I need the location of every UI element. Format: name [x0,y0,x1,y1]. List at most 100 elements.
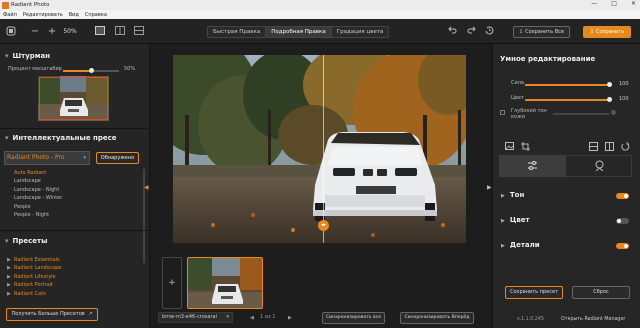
image-counter: 1 из 1 [260,314,276,320]
smart-preset-select[interactable]: Radiant Photo - Pro ▾ [4,151,90,165]
file-select[interactable]: bmw-m3-e46-crosarai ▾ [158,312,233,323]
color-slider-knob[interactable] [606,97,612,102]
section-color-header[interactable]: ▶ Цвет [501,216,530,224]
tab-color-grading[interactable]: Градация цвета [331,27,389,37]
preset-group[interactable]: ▶ Radiant Portrait [7,282,53,288]
compare-divider[interactable] [323,55,324,243]
compare-view-icon[interactable] [134,26,144,37]
toolbar: − + 50% Быстрая Правка Подробная Правка … [0,19,640,44]
preset-group[interactable]: ▶ Radiant Landscape [7,265,62,271]
caret-right-icon: ▶ [7,274,11,280]
save-all-icon: ⇩ [518,29,524,35]
save-preset-button[interactable]: Сохранить пресет [505,286,563,299]
zoom-in-button[interactable]: + [47,26,57,37]
prev-image-icon[interactable]: ◀ [250,315,254,321]
redo-icon[interactable] [466,26,476,37]
app-logo-icon [2,1,9,9]
compare-handle-icon[interactable]: ◂▸ [318,220,329,231]
tone-toggle[interactable] [616,193,629,199]
preset-group-label: Radiant Landscape [13,265,62,271]
photo-preview[interactable]: ◂▸ [173,55,466,243]
zoom-scale-value: 50% [124,66,136,72]
sync-all-button[interactable]: Синхронизировать все [322,312,385,324]
collapse-right-icon[interactable]: ▶ [487,184,492,191]
chevron-down-icon: ▾ [5,52,9,60]
collapse-left-icon[interactable]: ◀ [144,184,149,191]
deep-tone-checkbox[interactable] [500,110,505,115]
strength-value: 100 [619,81,629,87]
strength-slider-knob[interactable] [606,82,612,87]
smart-presets-title: Интеллектуальные пресе [12,134,117,142]
single-view-icon[interactable] [95,26,105,37]
menu-edit[interactable]: Редактировать [23,12,63,18]
zoom-level: 50% [63,28,77,35]
save-all-button[interactable]: ⇩ Сохранить Все [513,26,570,38]
menu-help[interactable]: Справка [85,12,107,18]
preset-group[interactable]: ▶ Radiant Lifestyle [7,274,56,280]
list-item[interactable]: Landscape [14,178,41,184]
toggle-knob [624,244,628,248]
minimize-button[interactable]: — [591,0,597,7]
reset-button[interactable]: Сброс [572,286,630,299]
menu-file[interactable]: Файл [3,12,17,18]
smart-presets-header[interactable]: ▾ Интеллектуальные пресе [5,134,117,142]
presets-header[interactable]: ▾ Пресеты [5,237,47,245]
list-item[interactable]: Landscape - Night [14,187,59,193]
save-button[interactable]: ⇩ Сохранить [583,26,631,38]
close-button[interactable]: ✕ [631,0,636,7]
deep-tone-slider-knob [611,110,616,115]
sync-forward-button[interactable]: Синхронизировать Вперёд [400,312,474,324]
caret-right-icon: ▶ [7,282,11,288]
tab-quick-edit[interactable]: Быстрая Правка [208,27,267,37]
toggle-knob [617,219,621,223]
list-item[interactable]: People - Night [14,212,49,218]
section-tone-header[interactable]: ▶ Тон [501,191,524,199]
image-icon[interactable] [505,142,514,152]
zoom-out-button[interactable]: − [30,26,40,37]
menu-view[interactable]: Вид [69,12,79,18]
history-icon[interactable] [484,26,494,37]
zoom-scale-knob[interactable] [88,68,94,73]
filmstrip-thumbnail[interactable] [187,257,263,309]
reset-view-icon[interactable] [621,142,630,153]
preset-group-label: Radiant Cats [13,291,46,297]
undo-icon[interactable] [447,26,457,37]
preset-group[interactable]: ▶ Radiant Cats [7,291,46,297]
detected-button[interactable]: Обнаружено [96,152,139,164]
split-icon[interactable] [605,142,614,153]
next-image-icon[interactable]: ▶ [288,315,292,321]
file-select-value: bmw-m3-e46-crosarai [162,314,217,320]
navigator-thumbnail[interactable] [38,76,109,121]
get-more-presets-label: Получить Больше Пресетов [11,311,85,317]
chevron-down-icon: ▾ [5,237,9,245]
section-color-label: Цвет [509,216,530,224]
tab-adjustments[interactable] [499,155,566,177]
compare-icon[interactable] [589,142,598,153]
add-image-button[interactable]: + [162,257,182,309]
maximize-button[interactable]: □ [611,0,617,7]
right-panel: Умное редактирование Сила 100 Цвет 100 Г… [492,44,640,328]
get-more-presets-button[interactable]: Получить Больше Пресетов ↗ [6,308,98,321]
list-item[interactable]: People [14,204,31,210]
zoom-scale-fill [63,70,91,72]
face-icon [595,160,603,172]
sliders-icon [528,161,537,170]
list-item[interactable]: Auto Radiant [14,170,46,176]
list-item[interactable]: Landscape - Winter [14,195,62,201]
split-view-icon[interactable] [115,26,125,37]
navigator-header[interactable]: ▾ Штурман [5,52,50,60]
deep-tone-label: Глубокий тон кожи [511,108,547,120]
preset-group[interactable]: ▶ Radiant Essentials [7,257,60,263]
tab-detailed-edit[interactable]: Подробная Правка [266,27,332,37]
section-details-header[interactable]: ▶ Детали [501,241,540,249]
caret-right-icon: ▶ [7,291,11,297]
open-manager-link[interactable]: Открыть Radiant Manager [561,317,625,322]
details-toggle[interactable] [616,243,629,249]
navigator-viewport-frame[interactable] [39,77,108,120]
crop-icon[interactable] [521,142,530,153]
caret-right-icon: ▶ [501,218,505,224]
tab-portrait[interactable] [566,155,632,177]
hand-tool-icon[interactable] [6,26,16,37]
save-all-label: Сохранить Все [525,29,565,35]
color-toggle[interactable] [616,218,629,224]
